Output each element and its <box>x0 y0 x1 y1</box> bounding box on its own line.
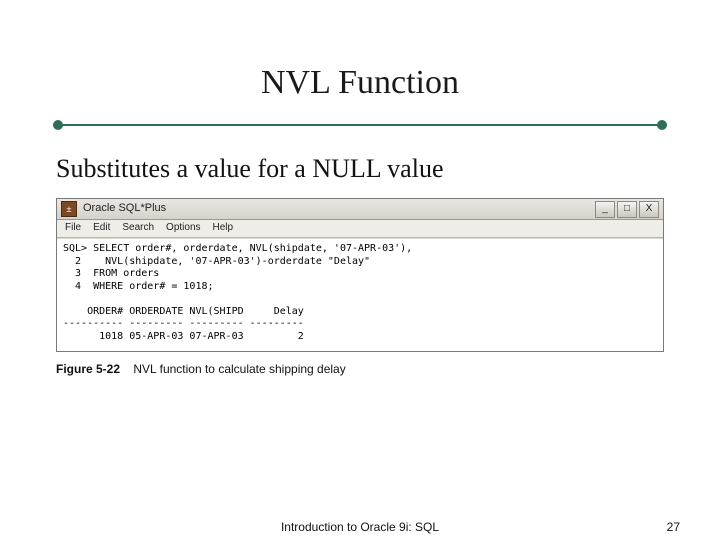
term-line: 2 NVL(shipdate, '07-APR-03')-orderdate "… <box>63 256 370 267</box>
slide: NVL Function Substitutes a value for a N… <box>0 0 720 540</box>
term-line: ---------- --------- --------- --------- <box>63 318 304 329</box>
menu-help[interactable]: Help <box>213 222 234 235</box>
divider-dot-left <box>53 120 63 130</box>
term-line: 1018 05-APR-03 07-APR-03 2 <box>63 331 304 342</box>
footer-text: Introduction to Oracle 9i: SQL <box>0 520 720 534</box>
figure-wrap: ± Oracle SQL*Plus _ □ X File Edit Search… <box>56 198 664 376</box>
term-line: ORDER# ORDERDATE NVL(SHIPD Delay <box>63 306 304 317</box>
figure-caption: Figure 5-22 NVL function to calculate sh… <box>56 362 664 376</box>
figure-label: Figure 5-22 <box>56 362 120 376</box>
menu-search[interactable]: Search <box>122 222 154 235</box>
divider-rule <box>56 118 664 132</box>
slide-subtitle: Substitutes a value for a NULL value <box>56 154 664 184</box>
terminal-output: SQL> SELECT order#, orderdate, NVL(shipd… <box>57 238 663 351</box>
divider-dot-right <box>657 120 667 130</box>
figure-caption-text: NVL function to calculate shipping delay <box>133 362 345 376</box>
page-number: 27 <box>667 520 680 534</box>
minimize-button[interactable]: _ <box>595 201 615 218</box>
maximize-button[interactable]: □ <box>617 201 637 218</box>
divider-line <box>56 124 664 126</box>
window-title: Oracle SQL*Plus <box>83 202 166 216</box>
term-line: 4 WHERE order# = 1018; <box>63 281 214 292</box>
close-button[interactable]: X <box>639 201 659 218</box>
menu-edit[interactable]: Edit <box>93 222 110 235</box>
term-line: 3 FROM orders <box>63 268 159 279</box>
menu-file[interactable]: File <box>65 222 81 235</box>
term-line: SQL> SELECT order#, orderdate, NVL(shipd… <box>63 243 412 254</box>
app-icon: ± <box>61 201 77 217</box>
sqlplus-window: ± Oracle SQL*Plus _ □ X File Edit Search… <box>56 198 664 352</box>
slide-title: NVL Function <box>0 0 720 102</box>
window-menubar: File Edit Search Options Help <box>57 220 663 238</box>
window-titlebar: ± Oracle SQL*Plus _ □ X <box>57 199 663 220</box>
menu-options[interactable]: Options <box>166 222 200 235</box>
